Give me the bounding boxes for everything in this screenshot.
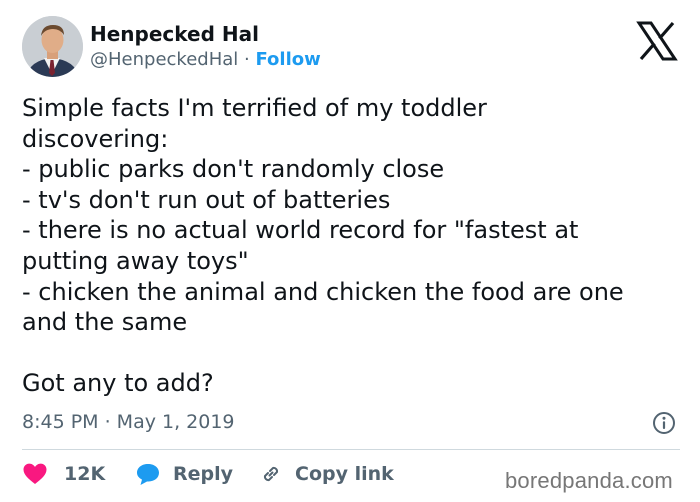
tweet-line: Simple facts I'm terrified of my toddler — [22, 94, 487, 122]
reply-label: Reply — [173, 463, 234, 485]
reply-button[interactable]: Reply — [135, 460, 233, 488]
heart-icon — [23, 463, 47, 484]
tweet-line: putting away toys" — [22, 246, 249, 275]
author-display-name[interactable]: Henpecked Hal — [90, 22, 259, 46]
link-icon — [263, 466, 279, 482]
tweet-timestamp[interactable]: 8:45 PM · May 1, 2019 — [22, 409, 235, 435]
tweet-line: and the same — [22, 308, 188, 337]
author-handle-row: @HenpeckedHal · Follow — [90, 48, 321, 72]
like-count: 12K — [64, 463, 106, 485]
info-icon[interactable] — [652, 411, 676, 435]
follow-button[interactable]: Follow — [255, 49, 320, 70]
copy-link-label: Copy link — [295, 463, 394, 485]
tweet-card: Henpecked Hal @HenpeckedHal · Follow Sim… — [0, 0, 700, 502]
tweet-line: - chicken the animal and chicken the foo… — [22, 277, 624, 306]
x-logo-icon[interactable] — [636, 20, 678, 62]
tweet-line: Got any to add? — [22, 369, 214, 398]
separator-dot: · — [244, 49, 250, 70]
tweet-line: - tv's don't run out of batteries — [22, 185, 391, 214]
like-button[interactable]: 12K — [22, 460, 105, 488]
tweet-text: Simple facts I'm terrified of my toddler… — [22, 93, 682, 399]
profile-photo-icon — [22, 16, 83, 77]
boredpanda-watermark: boredpanda.com — [505, 468, 673, 493]
tweet-line: - there is no actual world record for "f… — [22, 216, 579, 245]
tweet-line: discovering: — [22, 124, 169, 153]
reply-bubble-icon — [137, 464, 159, 485]
avatar[interactable] — [22, 16, 83, 77]
divider — [22, 449, 680, 450]
author-handle[interactable]: @HenpeckedHal — [90, 49, 238, 70]
tweet-line: - public parks don't randomly close — [22, 155, 445, 184]
copy-link-button[interactable]: Copy link — [259, 460, 394, 488]
